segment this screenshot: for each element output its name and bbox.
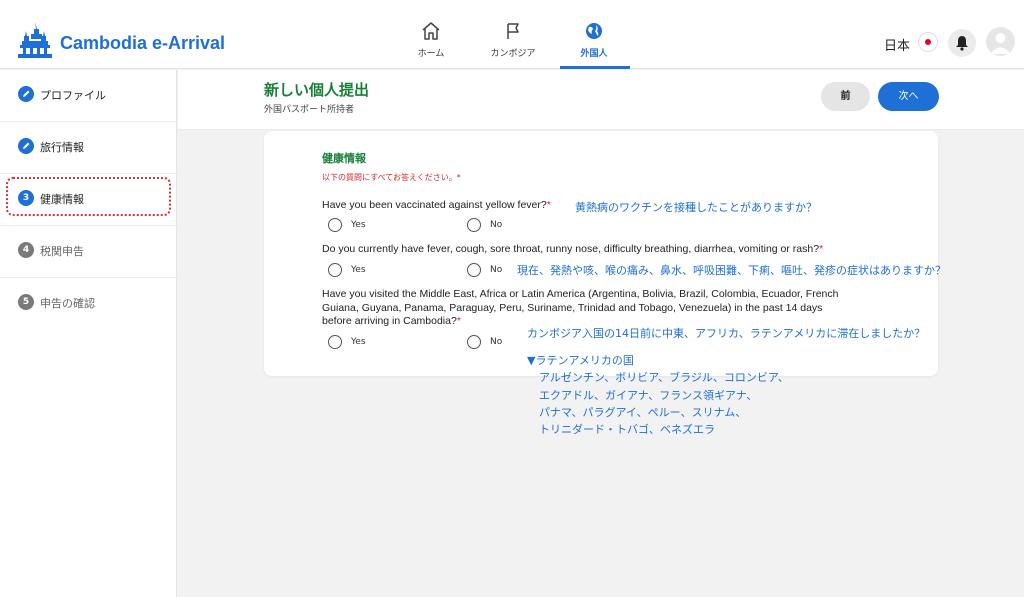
nav-home-label: ホーム	[417, 49, 445, 59]
radio-circle[interactable]	[467, 335, 481, 349]
bell-icon	[956, 36, 968, 51]
brand-title[interactable]: Cambodia e-Arrival	[60, 33, 225, 54]
option-label: Yes	[351, 265, 366, 275]
latam-line: トリニダード・トバゴ、ベネズエラ	[539, 423, 715, 437]
annotation-q1: 黄熱病のワクチンを接種したことがありますか？	[575, 201, 817, 214]
question-text: Do you currently have fever, cough, sore…	[322, 243, 820, 255]
step-confirm[interactable]: 5 申告の確認	[0, 278, 177, 330]
step-confirm-label: 申告の確認	[40, 297, 95, 310]
q2-no-radio[interactable]: No	[467, 263, 502, 277]
annotation-q2: 現在、発熱や咳、喉の痛み、鼻水、呼吸困難、下痢、嘔吐、発疹の症状はありますか？	[517, 264, 946, 277]
step-number-badge: 4	[18, 242, 34, 258]
nav-foreigner[interactable]: 外国人	[559, 22, 629, 59]
question-text-line: Guiana, Guyana, Panama, Paraguay, Peru, …	[322, 301, 823, 314]
nav-foreigner-label: 外国人	[580, 49, 608, 59]
page-header: 新しい個人提出 外国パスポート所持者 前 次へ	[178, 70, 1024, 130]
q3-yes-radio[interactable]: Yes	[328, 335, 366, 349]
q1-no-radio[interactable]: No	[467, 218, 502, 232]
step-travel-info[interactable]: 旅行情報	[0, 122, 177, 174]
latam-line: パナマ、パラグアイ、ペルー、スリナム、	[539, 405, 747, 419]
radio-circle[interactable]	[467, 218, 481, 232]
q3-no-radio[interactable]: No	[467, 335, 502, 349]
question-text-line: before arriving in Cambodia?	[322, 315, 457, 327]
nav-home[interactable]: ホーム	[396, 22, 466, 59]
globe-icon	[586, 23, 602, 39]
radio-circle[interactable]	[328, 218, 342, 232]
step-customs-label: 税関申告	[40, 245, 84, 258]
step-customs[interactable]: 4 税関申告	[0, 226, 177, 278]
option-label: Yes	[351, 337, 366, 347]
option-label: No	[490, 265, 503, 275]
option-label: Yes	[351, 220, 366, 230]
required-mark: *	[456, 315, 461, 327]
nav-cambodia-label: カンボジア	[490, 49, 536, 59]
latam-heading: ▼ラテンアメリカの国	[527, 354, 634, 367]
home-icon	[422, 22, 440, 40]
top-header: Cambodia e-Arrival ホーム カンボジア 外国人 日本	[0, 0, 1024, 69]
question-text: Have you been vaccinated against yellow …	[322, 199, 547, 211]
user-icon	[990, 33, 1011, 54]
option-label: No	[490, 337, 503, 347]
radio-circle[interactable]	[328, 263, 342, 277]
question-travel-history: Have you visited the Middle East, Africa…	[322, 288, 882, 329]
step-number-badge: 5	[18, 294, 34, 310]
required-mark: *	[546, 199, 551, 211]
nav-active-indicator	[560, 66, 630, 69]
active-step-highlight	[6, 177, 171, 216]
required-mark: *	[819, 243, 824, 255]
step-travel-info-label: 旅行情報	[40, 141, 84, 154]
page-subtitle: 外国パスポート所持者	[264, 105, 355, 115]
required-instruction: 以下の質問にすべてお答えください。*	[322, 173, 461, 182]
section-title: 健康情報	[322, 152, 366, 165]
latam-line: エクアドル、ガイアナ、フランス領ギアナ、	[539, 388, 758, 402]
pencil-icon	[18, 138, 34, 154]
option-label: No	[490, 220, 503, 230]
nav-cambodia[interactable]: カンボジア	[478, 22, 548, 59]
question-yellow-fever: Have you been vaccinated against yellow …	[322, 199, 551, 213]
step-profile-label: プロファイル	[40, 89, 106, 102]
latam-line: アルゼンチン、ボリビア、ブラジル、コロンビア、	[539, 371, 789, 385]
japan-flag-icon[interactable]	[918, 32, 938, 52]
radio-circle[interactable]	[467, 263, 481, 277]
pencil-icon	[18, 86, 34, 102]
annotation-latam-countries: ▼ラテンアメリカの国 アルゼンチン、ボリビア、ブラジル、コロンビア、 エクアドル…	[527, 352, 789, 438]
page-title: 新しい個人提出	[264, 81, 370, 99]
notifications-button[interactable]	[948, 29, 976, 57]
user-avatar[interactable]	[986, 27, 1015, 56]
angkor-logo-icon[interactable]	[18, 22, 52, 60]
next-button[interactable]: 次へ	[878, 82, 939, 111]
flag-icon	[507, 23, 519, 39]
annotation-q3: カンボジア入国の14日前に中東、アフリカ、ラテンアメリカに滞在しましたか？	[527, 327, 926, 340]
q2-yes-radio[interactable]: Yes	[328, 263, 366, 277]
radio-circle[interactable]	[328, 335, 342, 349]
q1-yes-radio[interactable]: Yes	[328, 218, 366, 232]
step-profile[interactable]: プロファイル	[0, 70, 177, 122]
language-label[interactable]: 日本	[884, 35, 910, 54]
question-symptoms: Do you currently have fever, cough, sore…	[322, 243, 823, 257]
steps-sidebar: プロファイル 旅行情報 3 健康情報 4 税関申告 5 申告の確認 ‹	[0, 70, 177, 597]
question-text-line: Have you visited the Middle East, Africa…	[322, 288, 839, 300]
previous-button[interactable]: 前	[821, 82, 870, 111]
